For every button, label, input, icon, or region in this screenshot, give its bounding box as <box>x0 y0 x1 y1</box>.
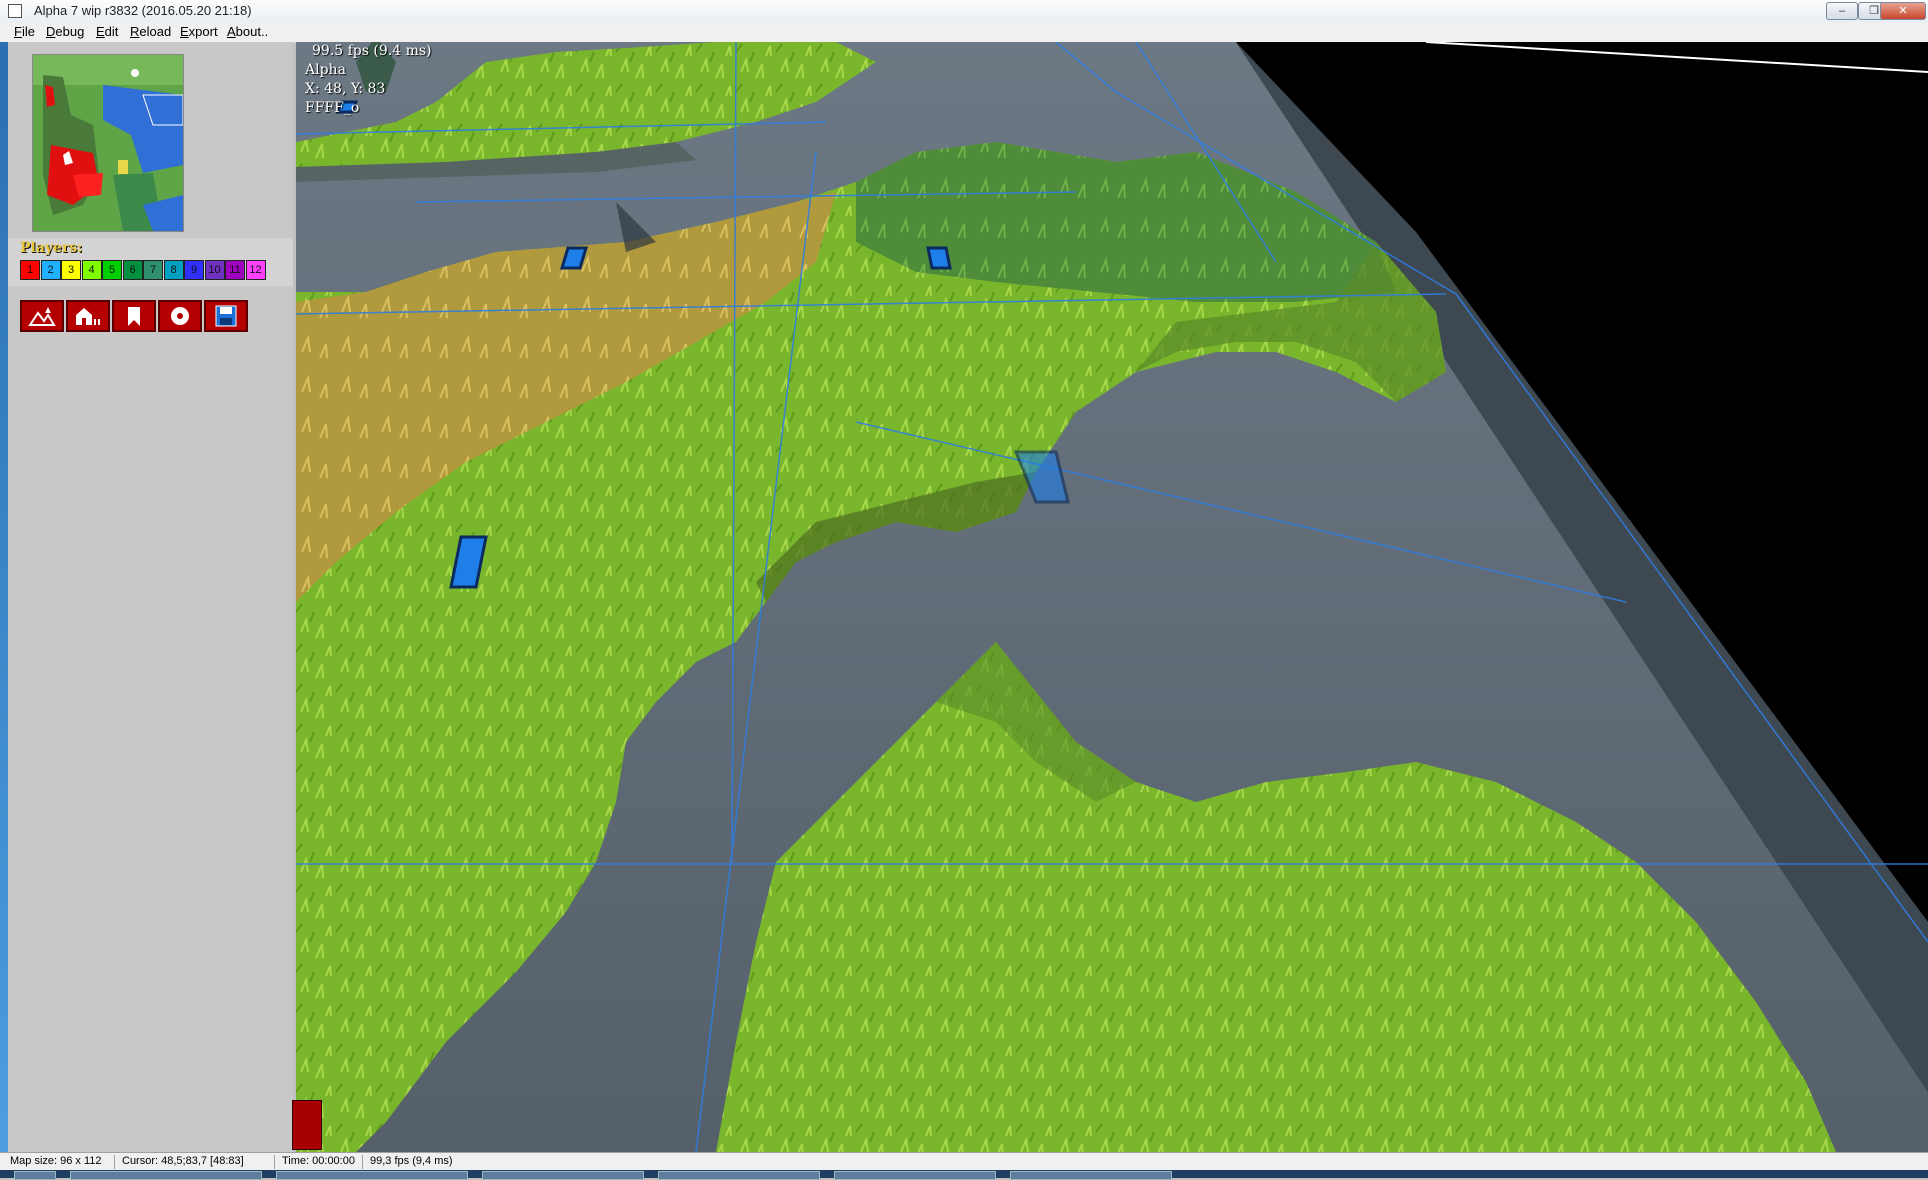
terrain-view <box>296 42 1928 1152</box>
app-icon <box>8 4 22 18</box>
player-cell[interactable]: 11 <box>225 260 245 280</box>
scripts-icon <box>171 307 189 325</box>
status-fps: 99,3 fps (9,4 ms) <box>370 1155 453 1167</box>
menu-edit[interactable]: Edit <box>96 24 118 39</box>
status-time: Time: 00:00:00 <box>282 1155 355 1167</box>
resize-handle[interactable] <box>292 1100 322 1150</box>
flag-button[interactable] <box>112 300 156 332</box>
player-cell[interactable]: 3 <box>61 260 81 280</box>
hud-fps: 99.5 fps (9.4 ms) <box>312 43 432 59</box>
houses-icon <box>76 308 100 325</box>
player-cell[interactable]: 6 <box>122 260 143 280</box>
player-cell[interactable]: 10 <box>204 260 225 280</box>
taskbar-item[interactable] <box>1010 1171 1172 1180</box>
player-cell[interactable]: 2 <box>40 260 61 280</box>
status-bar: Map size: 96 x 112 Cursor: 48,5;83,7 [48… <box>0 1152 1928 1171</box>
hud-player-name: Alpha <box>305 62 346 78</box>
player-cell[interactable]: 9 <box>184 260 204 280</box>
hud-overlay: 99.5 fps (9.4 ms) Alpha X: 48, Y: 83 FFF… <box>305 42 432 118</box>
close-button[interactable]: ✕ <box>1880 2 1926 20</box>
menu-reload[interactable]: Reload <box>130 24 171 39</box>
terrain-icon <box>28 307 56 326</box>
menu-export[interactable]: Export <box>180 24 218 39</box>
title-bar: Alpha 7 wip r3832 (2016.05.20 21:18) – ❐… <box>0 0 1928 23</box>
menu-debug[interactable]: Debug <box>46 24 84 39</box>
status-cursor: Cursor: 48,5;83,7 [48:83] <box>122 1155 244 1167</box>
minimap[interactable] <box>32 54 184 232</box>
panel-edge <box>0 42 8 1152</box>
game-viewport[interactable] <box>296 42 1928 1152</box>
taskbar-item[interactable] <box>276 1171 468 1180</box>
status-divider <box>114 1155 115 1169</box>
taskbar-item[interactable] <box>658 1171 820 1180</box>
houses-button[interactable] <box>66 300 110 332</box>
menu-bar: File Debug Edit Reload Export About.. <box>0 22 1928 43</box>
status-divider <box>274 1155 275 1169</box>
players-label: Players: <box>20 240 83 256</box>
player-cell[interactable]: 7 <box>143 260 163 280</box>
minimize-button[interactable]: – <box>1826 2 1858 20</box>
hud-hex: FFFF_o <box>305 100 360 116</box>
player-cell[interactable]: 1 <box>20 260 40 280</box>
editor-panel: Players: 1 2 3 4 5 6 7 8 9 10 11 12 <box>0 42 293 1152</box>
taskbar <box>0 1170 1928 1180</box>
menu-about[interactable]: About.. <box>227 24 268 39</box>
window-title: Alpha 7 wip r3832 (2016.05.20 21:18) <box>34 3 252 18</box>
save-button[interactable] <box>204 300 248 332</box>
start-button[interactable] <box>14 1171 56 1180</box>
player-cell[interactable]: 12 <box>245 260 266 280</box>
save-icon <box>215 305 237 327</box>
taskbar-item[interactable] <box>70 1171 262 1180</box>
scripts-button[interactable] <box>158 300 202 332</box>
terrain-button[interactable] <box>20 300 64 332</box>
status-map-size: Map size: 96 x 112 <box>10 1155 102 1167</box>
status-divider <box>362 1155 363 1169</box>
menu-file[interactable]: File <box>14 24 35 39</box>
flag-icon <box>128 307 140 326</box>
players-group: Players: 1 2 3 4 5 6 7 8 9 10 11 12 <box>8 238 293 286</box>
hud-coords: X: 48, Y: 83 <box>305 81 386 97</box>
player-cell[interactable]: 4 <box>81 260 102 280</box>
player-cell[interactable]: 5 <box>102 260 122 280</box>
taskbar-item[interactable] <box>482 1171 644 1180</box>
player-cell[interactable]: 8 <box>163 260 184 280</box>
taskbar-item[interactable] <box>834 1171 996 1180</box>
